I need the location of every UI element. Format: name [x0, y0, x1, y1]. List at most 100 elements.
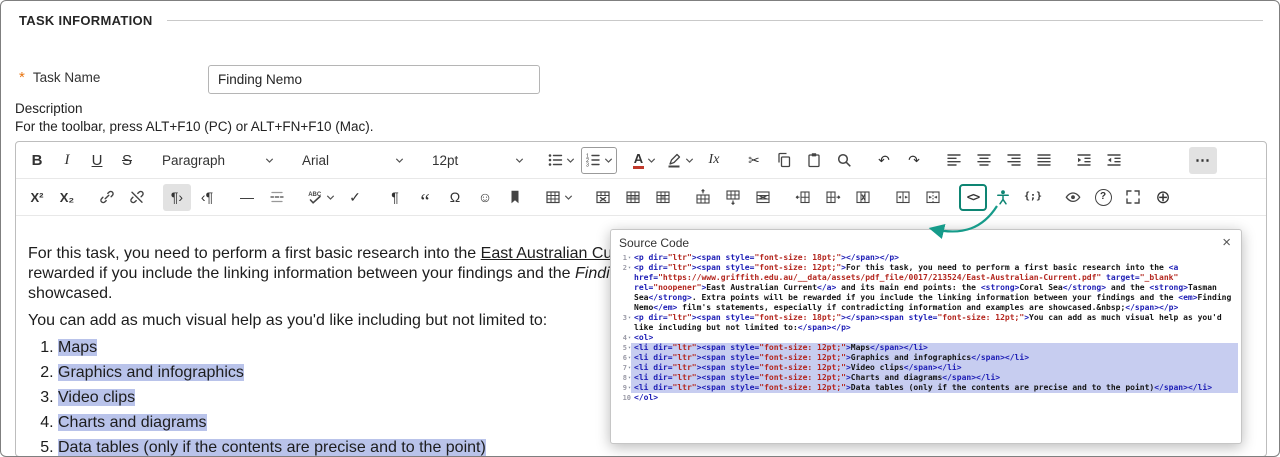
cell-properties-icon	[656, 191, 670, 204]
blockquote-button[interactable]: “	[411, 184, 439, 212]
more-toolbar-button[interactable]: ⋯	[1189, 146, 1217, 174]
unlink-button[interactable]	[123, 184, 151, 211]
code-text: <p dir="ltr"><span style="font-size: 18p…	[634, 313, 1227, 332]
delete-table-button[interactable]	[589, 184, 617, 211]
highlight-color-button[interactable]	[662, 147, 698, 174]
show-invisibles-button[interactable]: ¶	[381, 184, 409, 211]
cut-button[interactable]: ✂	[740, 147, 768, 174]
font-family-select[interactable]: Arial	[293, 147, 411, 174]
section-divider	[166, 20, 1263, 21]
numbered-list-button[interactable]: 123	[581, 146, 617, 174]
delete-table-icon	[596, 191, 610, 204]
show-invisibles-icon: ¶	[391, 189, 399, 205]
insert-row-below-icon	[726, 190, 740, 205]
split-cell-button[interactable]	[919, 184, 947, 211]
row-properties-button[interactable]	[619, 184, 647, 211]
paste-button[interactable]	[800, 147, 828, 174]
help-button[interactable]: ?	[1089, 184, 1117, 211]
align-left-icon	[947, 154, 961, 166]
task-name-input[interactable]	[208, 65, 540, 94]
accessibility-checker-button[interactable]	[989, 184, 1017, 211]
selected-text: Video clips	[58, 389, 136, 406]
spellcheck-icon: ABC	[308, 192, 322, 204]
left-to-right-button[interactable]: ¶›	[163, 183, 191, 211]
chevron-down-icon	[515, 157, 524, 163]
insert-column-right-button[interactable]	[819, 184, 847, 211]
bookmark-button[interactable]	[501, 184, 529, 211]
bullet-list-button[interactable]	[543, 147, 579, 174]
required-asterisk: *	[19, 69, 25, 86]
source-code-button[interactable]: <>	[959, 183, 987, 211]
task-name-field: * Task Name	[19, 70, 100, 85]
subscript-button[interactable]: X₂	[53, 184, 81, 211]
insert-row-below-button[interactable]	[719, 184, 747, 211]
line-number: 8 ▾	[622, 374, 631, 382]
add-content-icon: ⊕	[1155, 187, 1171, 207]
bold-button[interactable]: B	[23, 147, 51, 174]
clear-formatting-button[interactable]: Ix	[700, 147, 728, 174]
preview-button[interactable]	[1059, 184, 1087, 211]
toolbar-hint-text: For the toolbar, press ALT+F10 (PC) or A…	[15, 119, 374, 134]
justify-button[interactable]	[1030, 147, 1058, 174]
superscript-button[interactable]: X²	[23, 184, 51, 211]
editor-toolbar-row-2: X² X₂ ¶› ‹¶ — ABC ✓ ¶ “ Ω ☺ <> {;}? ⊕	[16, 179, 1266, 216]
cell-properties-button[interactable]	[649, 184, 677, 211]
line-number: 1 ▾	[622, 254, 631, 262]
table-icon	[546, 191, 560, 204]
line-number: 10	[622, 394, 631, 402]
selected-text: Data tables (only if the contents are pr…	[58, 439, 486, 456]
line-number: 5 ▾	[622, 344, 631, 352]
undo-icon: ↶	[878, 152, 890, 168]
text-color-button[interactable]: A	[629, 147, 660, 174]
underline-button[interactable]: U	[83, 147, 111, 174]
line-number: 6 ▾	[622, 354, 631, 362]
subscript-icon: X₂	[59, 189, 75, 205]
code-line: 4 ▾ <ol>	[612, 333, 1238, 343]
source-code-editor[interactable]: 1 ▾ <p dir="ltr"><span style="font-size: 1…	[611, 252, 1241, 443]
italic-icon: I	[64, 151, 70, 168]
font-size-select[interactable]: 12pt	[423, 147, 531, 174]
fullscreen-button[interactable]	[1119, 184, 1147, 211]
merge-cells-button[interactable]	[889, 184, 917, 211]
code-text: <li dir="ltr"><span style="font-size: 12…	[631, 363, 1238, 373]
add-content-button[interactable]: ⊕	[1149, 184, 1177, 211]
strikethrough-button[interactable]: S	[113, 147, 141, 174]
emoticons-icon: ☺	[477, 189, 493, 205]
code-line: 8 ▾ <li dir="ltr"><span style="font-size: …	[612, 373, 1238, 383]
align-center-button[interactable]	[970, 147, 998, 174]
link-button[interactable]	[93, 184, 121, 211]
code-sample-button[interactable]: {;}	[1019, 184, 1047, 211]
search-button[interactable]	[830, 147, 858, 174]
text-run: For this task, you need to perform a fir…	[28, 245, 481, 262]
align-left-button[interactable]	[940, 147, 968, 174]
delete-row-icon	[756, 191, 770, 204]
delete-column-button[interactable]	[849, 184, 877, 211]
italic-button[interactable]: I	[53, 147, 81, 174]
chevron-down-icon	[265, 157, 274, 163]
paragraph-format-select[interactable]: Paragraph	[153, 147, 281, 174]
insert-row-above-button[interactable]	[689, 184, 717, 211]
font-family-select-value: Arial	[302, 152, 330, 168]
outdent-button[interactable]	[1100, 147, 1128, 174]
close-icon[interactable]: ×	[1220, 235, 1233, 250]
copy-button[interactable]	[770, 147, 798, 174]
align-right-button[interactable]	[1000, 147, 1028, 174]
spellcheck-button[interactable]: ABC	[303, 184, 339, 211]
right-to-left-button[interactable]: ‹¶	[193, 184, 221, 211]
checkmark-button[interactable]: ✓	[341, 184, 369, 211]
special-character-button[interactable]: Ω	[441, 184, 469, 211]
accessibility-checker-icon	[997, 190, 1009, 205]
horizontal-rule-button[interactable]: —	[233, 184, 261, 211]
task-information-panel: TASK INFORMATION * Task Name Description…	[0, 0, 1280, 457]
delete-row-button[interactable]	[749, 184, 777, 211]
emoticons-button[interactable]: ☺	[471, 184, 499, 211]
table-button[interactable]	[541, 184, 577, 211]
indent-button[interactable]	[1070, 147, 1098, 174]
font-size-select-value: 12pt	[432, 152, 459, 168]
page-break-button[interactable]	[263, 184, 291, 211]
code-text: <li dir="ltr"><span style="font-size: 12…	[631, 373, 1238, 383]
chevron-down-icon	[395, 157, 404, 163]
insert-column-left-button[interactable]	[789, 184, 817, 211]
undo-button[interactable]: ↶	[870, 147, 898, 174]
redo-button[interactable]: ↷	[900, 147, 928, 174]
